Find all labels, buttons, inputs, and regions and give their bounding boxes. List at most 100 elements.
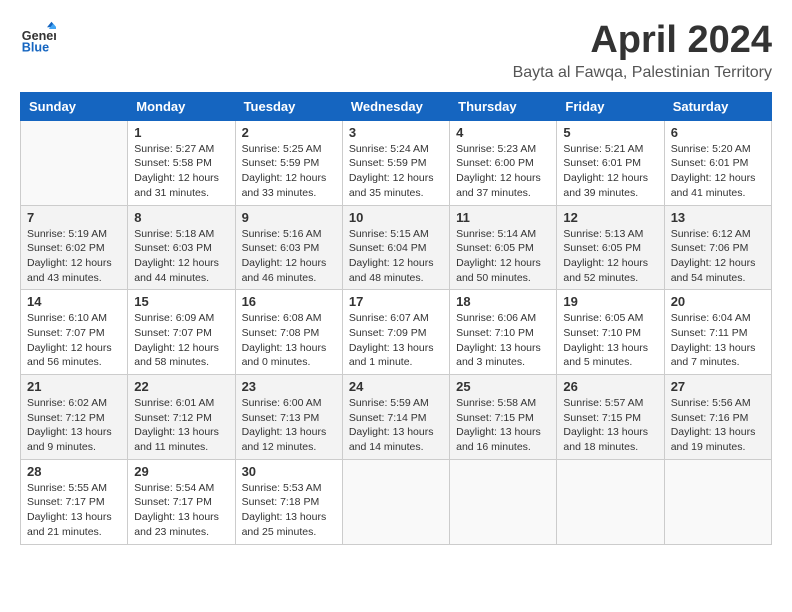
day-number: 26	[563, 379, 657, 394]
col-monday: Monday	[128, 92, 235, 120]
calendar-week-row: 1Sunrise: 5:27 AMSunset: 5:58 PMDaylight…	[21, 120, 772, 205]
table-row: 1Sunrise: 5:27 AMSunset: 5:58 PMDaylight…	[128, 120, 235, 205]
day-number: 12	[563, 210, 657, 225]
day-number: 27	[671, 379, 765, 394]
table-row: 14 Sunrise: 6:10 AMSunset: 7:07 PMDayligh…	[21, 290, 128, 375]
day-number: 6	[671, 125, 765, 140]
table-row: 8 Sunrise: 5:18 AMSunset: 6:03 PMDaylight…	[128, 205, 235, 290]
day-number: 7	[27, 210, 121, 225]
table-row: 27Sunrise: 5:56 AMSunset: 7:16 PMDayligh…	[664, 375, 771, 460]
day-info: Sunrise: 5:18 AMSunset: 6:03 PMDaylight:…	[134, 227, 228, 286]
day-info: Sunrise: 5:59 AMSunset: 7:14 PMDaylight:…	[349, 396, 443, 455]
day-info: Sunrise: 6:04 AMSunset: 7:11 PMDaylight:…	[671, 311, 765, 370]
day-number: 30	[242, 464, 336, 479]
table-row: 13 Sunrise: 6:12 AMSunset: 7:06 PMDayligh…	[664, 205, 771, 290]
table-row: 18 Sunrise: 6:06 AMSunset: 7:10 PMDayligh…	[450, 290, 557, 375]
day-info: Sunrise: 5:57 AMSunset: 7:15 PMDaylight:…	[563, 396, 657, 455]
logo: General Blue	[20, 20, 56, 56]
table-row: 25 Sunrise: 5:58 AMSunset: 7:15 PMDayligh…	[450, 375, 557, 460]
day-number: 18	[456, 294, 550, 309]
table-row	[21, 120, 128, 205]
page-header: General Blue April 2024 Bayta al Fawqa, …	[20, 20, 772, 82]
table-row	[557, 459, 664, 544]
day-info: Sunrise: 5:27 AMSunset: 5:58 PMDaylight:…	[134, 142, 228, 201]
table-row: 11 Sunrise: 5:14 AMSunset: 6:05 PMDayligh…	[450, 205, 557, 290]
day-info: Sunrise: 6:12 AMSunset: 7:06 PMDaylight:…	[671, 227, 765, 286]
table-row	[664, 459, 771, 544]
col-sunday: Sunday	[21, 92, 128, 120]
table-row: 20 Sunrise: 6:04 AMSunset: 7:11 PMDayligh…	[664, 290, 771, 375]
table-row: 28 Sunrise: 5:55 AMSunset: 7:17 PMDayligh…	[21, 459, 128, 544]
day-info: Sunrise: 5:15 AMSunset: 6:04 PMDaylight:…	[349, 227, 443, 286]
table-row: 12 Sunrise: 5:13 AMSunset: 6:05 PMDayligh…	[557, 205, 664, 290]
col-thursday: Thursday	[450, 92, 557, 120]
calendar-week-row: 28 Sunrise: 5:55 AMSunset: 7:17 PMDayligh…	[21, 459, 772, 544]
day-number: 14	[27, 294, 121, 309]
table-row: 3 Sunrise: 5:24 AMSunset: 5:59 PMDaylight…	[342, 120, 449, 205]
day-number: 15	[134, 294, 228, 309]
day-info: Sunrise: 5:13 AMSunset: 6:05 PMDaylight:…	[563, 227, 657, 286]
table-row: 6 Sunrise: 5:20 AMSunset: 6:01 PMDaylight…	[664, 120, 771, 205]
day-info: Sunrise: 5:24 AMSunset: 5:59 PMDaylight:…	[349, 142, 443, 201]
calendar-subtitle: Bayta al Fawqa, Palestinian Territory	[513, 64, 772, 82]
col-friday: Friday	[557, 92, 664, 120]
day-info: Sunrise: 5:54 AMSunset: 7:17 PMDaylight:…	[134, 481, 228, 540]
calendar-table: Sunday Monday Tuesday Wednesday Thursday…	[20, 92, 772, 545]
day-info: Sunrise: 5:16 AMSunset: 6:03 PMDaylight:…	[242, 227, 336, 286]
day-number: 9	[242, 210, 336, 225]
table-row: 19 Sunrise: 6:05 AMSunset: 7:10 PMDayligh…	[557, 290, 664, 375]
table-row: 16 Sunrise: 6:08 AMSunset: 7:08 PMDayligh…	[235, 290, 342, 375]
table-row: 4Sunrise: 5:23 AMSunset: 6:00 PMDaylight…	[450, 120, 557, 205]
day-info: Sunrise: 5:55 AMSunset: 7:17 PMDaylight:…	[27, 481, 121, 540]
day-info: Sunrise: 6:05 AMSunset: 7:10 PMDaylight:…	[563, 311, 657, 370]
day-info: Sunrise: 5:53 AMSunset: 7:18 PMDaylight:…	[242, 481, 336, 540]
day-number: 10	[349, 210, 443, 225]
table-row: 24 Sunrise: 5:59 AMSunset: 7:14 PMDayligh…	[342, 375, 449, 460]
day-info: Sunrise: 6:09 AMSunset: 7:07 PMDaylight:…	[134, 311, 228, 370]
col-saturday: Saturday	[664, 92, 771, 120]
day-info: Sunrise: 5:14 AMSunset: 6:05 PMDaylight:…	[456, 227, 550, 286]
calendar-week-row: 21Sunrise: 6:02 AMSunset: 7:12 PMDayligh…	[21, 375, 772, 460]
day-info: Sunrise: 6:10 AMSunset: 7:07 PMDaylight:…	[27, 311, 121, 370]
table-row: 17Sunrise: 6:07 AMSunset: 7:09 PMDayligh…	[342, 290, 449, 375]
day-info: Sunrise: 6:01 AMSunset: 7:12 PMDaylight:…	[134, 396, 228, 455]
day-number: 8	[134, 210, 228, 225]
table-row: 7 Sunrise: 5:19 AMSunset: 6:02 PMDaylight…	[21, 205, 128, 290]
col-tuesday: Tuesday	[235, 92, 342, 120]
calendar-week-row: 14 Sunrise: 6:10 AMSunset: 7:07 PMDayligh…	[21, 290, 772, 375]
day-number: 13	[671, 210, 765, 225]
day-info: Sunrise: 5:20 AMSunset: 6:01 PMDaylight:…	[671, 142, 765, 201]
day-info: Sunrise: 6:00 AMSunset: 7:13 PMDaylight:…	[242, 396, 336, 455]
day-number: 3	[349, 125, 443, 140]
day-number: 23	[242, 379, 336, 394]
table-row: 26 Sunrise: 5:57 AMSunset: 7:15 PMDayligh…	[557, 375, 664, 460]
table-row: 5 Sunrise: 5:21 AMSunset: 6:01 PMDaylight…	[557, 120, 664, 205]
day-number: 11	[456, 210, 550, 225]
day-number: 24	[349, 379, 443, 394]
title-block: April 2024 Bayta al Fawqa, Palestinian T…	[513, 20, 772, 82]
day-info: Sunrise: 5:23 AMSunset: 6:00 PMDaylight:…	[456, 142, 550, 201]
day-number: 17	[349, 294, 443, 309]
day-info: Sunrise: 6:06 AMSunset: 7:10 PMDaylight:…	[456, 311, 550, 370]
logo-icon: General Blue	[20, 20, 56, 56]
col-wednesday: Wednesday	[342, 92, 449, 120]
day-number: 19	[563, 294, 657, 309]
day-info: Sunrise: 6:08 AMSunset: 7:08 PMDaylight:…	[242, 311, 336, 370]
day-info: Sunrise: 5:58 AMSunset: 7:15 PMDaylight:…	[456, 396, 550, 455]
table-row: 22Sunrise: 6:01 AMSunset: 7:12 PMDayligh…	[128, 375, 235, 460]
day-number: 2	[242, 125, 336, 140]
day-number: 20	[671, 294, 765, 309]
table-row	[450, 459, 557, 544]
day-number: 5	[563, 125, 657, 140]
day-number: 28	[27, 464, 121, 479]
table-row: 2Sunrise: 5:25 AMSunset: 5:59 PMDaylight…	[235, 120, 342, 205]
calendar-week-row: 7 Sunrise: 5:19 AMSunset: 6:02 PMDaylight…	[21, 205, 772, 290]
day-info: Sunrise: 5:19 AMSunset: 6:02 PMDaylight:…	[27, 227, 121, 286]
day-number: 16	[242, 294, 336, 309]
table-row: 21Sunrise: 6:02 AMSunset: 7:12 PMDayligh…	[21, 375, 128, 460]
day-number: 25	[456, 379, 550, 394]
table-row: 10 Sunrise: 5:15 AMSunset: 6:04 PMDayligh…	[342, 205, 449, 290]
day-number: 21	[27, 379, 121, 394]
day-info: Sunrise: 5:21 AMSunset: 6:01 PMDaylight:…	[563, 142, 657, 201]
table-row	[342, 459, 449, 544]
